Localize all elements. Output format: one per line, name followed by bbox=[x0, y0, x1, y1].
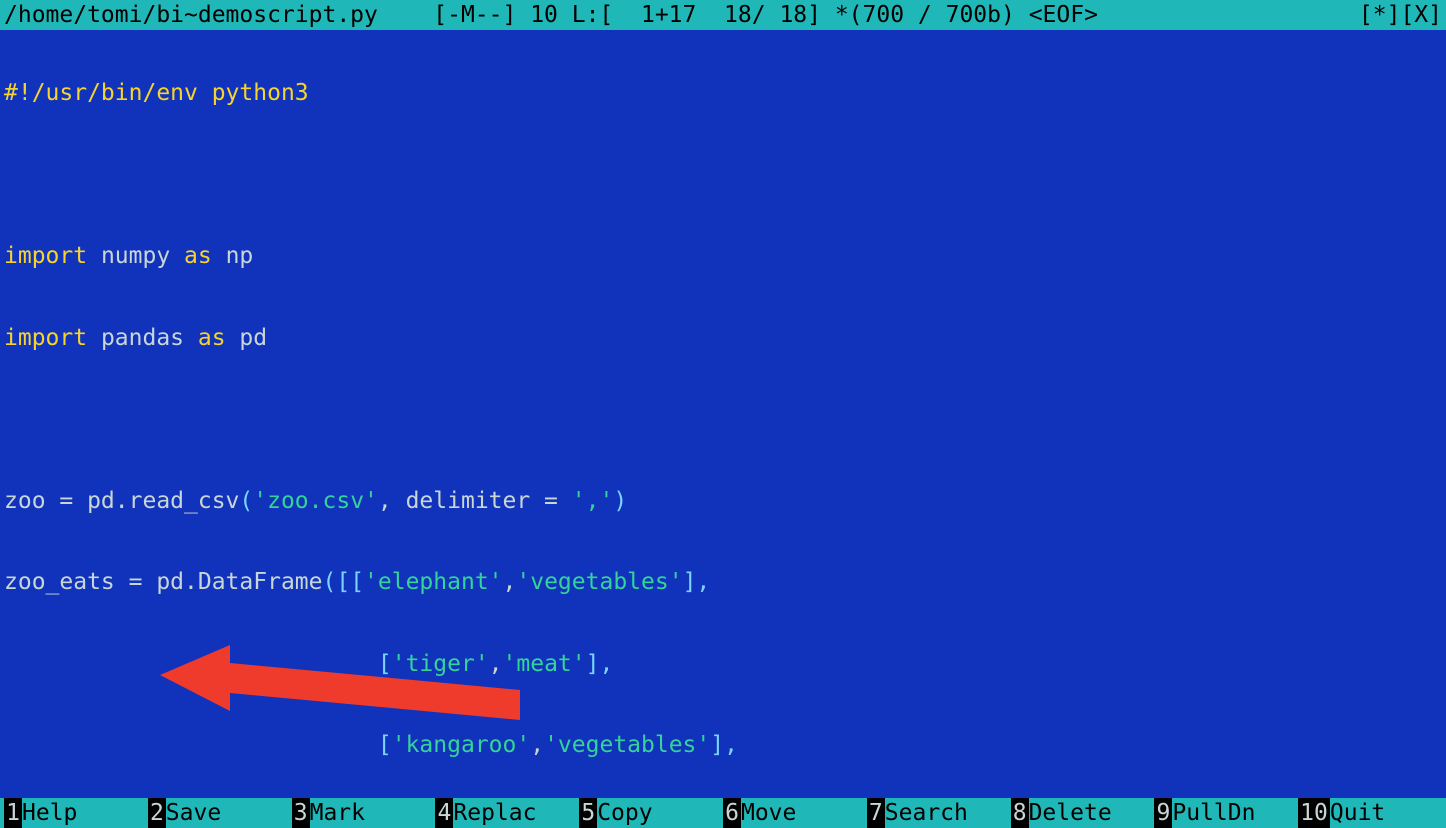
fnkey-pulldn[interactable]: 9PullDn bbox=[1154, 798, 1298, 828]
fnkey-search[interactable]: 7Search bbox=[867, 798, 1011, 828]
fnkey-move[interactable]: 6Move bbox=[723, 798, 867, 828]
code-line: import numpy as np bbox=[4, 239, 1442, 275]
editor-screen: /home/tomi/bi~demoscript.py [-M--] 10 L:… bbox=[0, 0, 1446, 828]
function-key-bar: 1Help 2Save 3Mark 4Replac 5Copy 6Move 7S… bbox=[0, 798, 1446, 828]
fnkey-copy[interactable]: 5Copy bbox=[579, 798, 723, 828]
title-bar-left: /home/tomi/bi~demoscript.py [-M--] 10 L:… bbox=[4, 0, 1098, 30]
code-line: ['kangaroo','vegetables'], bbox=[4, 728, 1442, 764]
fnkey-save[interactable]: 2Save bbox=[148, 798, 292, 828]
fnkey-mark[interactable]: 3Mark bbox=[292, 798, 436, 828]
file-path: /home/tomi/bi~demoscript.py bbox=[4, 2, 378, 28]
fnkey-help[interactable]: 1Help bbox=[4, 798, 148, 828]
code-line bbox=[4, 402, 1442, 438]
fnkey-replace[interactable]: 4Replac bbox=[435, 798, 579, 828]
fnkey-quit[interactable]: 10Quit bbox=[1298, 798, 1442, 828]
title-bar: /home/tomi/bi~demoscript.py [-M--] 10 L:… bbox=[0, 0, 1446, 30]
fnkey-delete[interactable]: 8Delete bbox=[1011, 798, 1155, 828]
editor-status: [-M--] 10 L:[ 1+17 18/ 18] *(700 / 700b)… bbox=[433, 2, 1098, 28]
code-line: zoo_eats = pd.DataFrame([['elephant','ve… bbox=[4, 565, 1442, 601]
code-line: zoo = pd.read_csv('zoo.csv', delimiter =… bbox=[4, 484, 1442, 520]
code-line: #!/usr/bin/env python3 bbox=[4, 76, 1442, 112]
code-line: ['tiger','meat'], bbox=[4, 647, 1442, 683]
code-line: import pandas as pd bbox=[4, 321, 1442, 357]
editor-body[interactable]: #!/usr/bin/env python3 import numpy as n… bbox=[4, 30, 1442, 798]
title-bar-right[interactable]: [*][X] bbox=[1359, 0, 1442, 30]
code-line bbox=[4, 158, 1442, 194]
